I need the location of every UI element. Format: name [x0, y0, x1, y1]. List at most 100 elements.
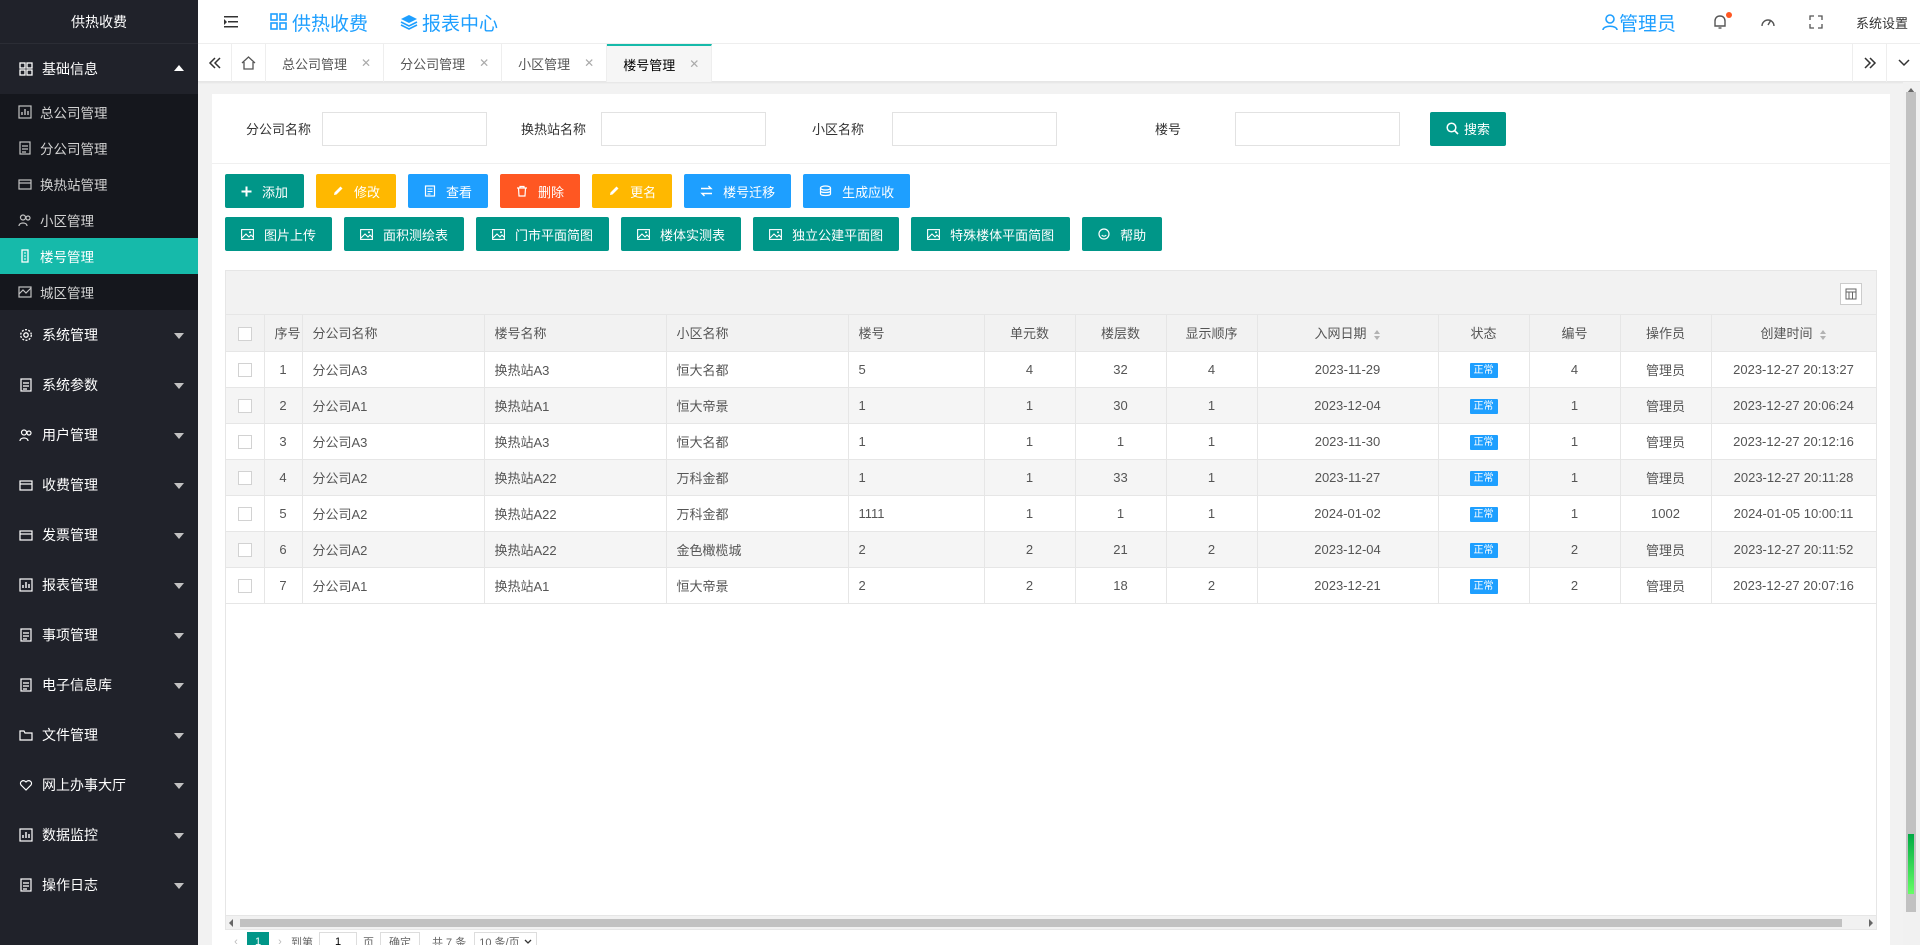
sidebar-group[interactable]: 文件管理 — [0, 710, 198, 760]
sidebar-group[interactable]: 系统管理 — [0, 310, 198, 360]
scrollbar-thumb[interactable] — [240, 919, 1842, 927]
table-row[interactable]: 2 分公司A1 换热站A1 恒大帝景 1 1 30 1 2023-12-04 正常 1 管理员 2023… — [226, 387, 1877, 424]
sidebar-submenu: 总公司管理 分公司管理 换热站管理 小区管理 楼号管理 城区管理 — [0, 94, 198, 310]
system-settings-menu[interactable]: 系统设置 — [1856, 13, 1908, 32]
image-icon — [637, 228, 655, 240]
status-badge: 正常 — [1469, 542, 1498, 558]
sidebar-group[interactable]: 操作日志 — [0, 860, 198, 910]
page-size-select[interactable]: 10 条/页 — [474, 932, 537, 945]
toolbar-button[interactable]: 生成应收 — [803, 174, 911, 208]
page-vertical-scrollbar[interactable] — [1903, 82, 1920, 945]
column-header[interactable]: 入网日期 — [1257, 315, 1439, 352]
table-row[interactable]: 5 分公司A2 换热站A22 万科金都 1111 1 1 1 2024-01-02 正常 1 1002… — [226, 495, 1877, 532]
table-row[interactable]: 7 分公司A1 换热站A1 恒大帝景 2 2 18 2 2023-12-21 正常 2 管理员 2023… — [226, 567, 1877, 604]
sort-icon[interactable] — [1819, 329, 1827, 340]
sidebar-group[interactable]: 电子信息库 — [0, 660, 198, 710]
toolbar-button-label: 楼体实测表 — [660, 227, 726, 243]
column-header[interactable]: 创建时间 — [1711, 315, 1877, 352]
menu-toggle-icon[interactable] — [224, 16, 238, 28]
page-1-button[interactable]: 1 — [247, 932, 269, 945]
table-row[interactable]: 1 分公司A3 换热站A3 恒大名都 5 4 32 4 2023-11-29 正常 4 管理员 2023… — [226, 351, 1877, 388]
building-no-input[interactable] — [1235, 111, 1400, 146]
tabs-menu-button[interactable] — [1886, 44, 1920, 82]
close-icon[interactable]: ✕ — [361, 56, 371, 70]
tab-home[interactable] — [232, 44, 266, 82]
sidebar-item[interactable]: 总公司管理 — [0, 94, 198, 130]
horizontal-scrollbar[interactable] — [226, 915, 1876, 929]
sidebar-group[interactable]: 基础信息 — [0, 44, 198, 94]
sidebar-group[interactable]: 发票管理 — [0, 510, 198, 560]
tab[interactable]: 小区管理 ✕ — [502, 44, 608, 82]
row-checkbox[interactable] — [237, 362, 252, 377]
grid-icon — [270, 13, 287, 30]
sidebar-item[interactable]: 城区管理 — [0, 274, 198, 310]
row-checkbox[interactable] — [237, 578, 252, 593]
row-checkbox[interactable] — [237, 506, 252, 521]
user-menu[interactable]: 管理员 — [1601, 9, 1676, 36]
goto-confirm-button[interactable]: 确定 — [380, 932, 420, 945]
next-page-button[interactable]: › — [269, 932, 291, 945]
nav-heating-fee[interactable]: 供热收费 — [270, 9, 368, 36]
close-icon[interactable]: ✕ — [479, 56, 489, 70]
toolbar-button[interactable]: 修改 — [316, 174, 397, 208]
page-scrollbar-thumb[interactable] — [1906, 92, 1916, 912]
sidebar-group[interactable]: 事项管理 — [0, 610, 198, 660]
sidebar-item[interactable]: 楼号管理 — [0, 238, 198, 274]
theme-button[interactable] — [1760, 14, 1776, 30]
toolbar-button[interactable]: 面积测绘表 — [344, 217, 465, 251]
sidebar-group[interactable]: 收费管理 — [0, 460, 198, 510]
tabs-scroll-right[interactable] — [1852, 44, 1886, 82]
station-name-input[interactable] — [601, 111, 766, 146]
row-checkbox[interactable] — [237, 470, 252, 485]
row-checkbox[interactable] — [237, 434, 252, 449]
branch-name-input[interactable] — [322, 111, 487, 146]
tabs-scroll-left[interactable] — [198, 44, 232, 82]
nav-report-center[interactable]: 报表中心 — [400, 9, 498, 36]
scroll-indicator — [1908, 834, 1914, 894]
table-row[interactable]: 3 分公司A3 换热站A3 恒大名都 1 1 1 1 2023-11-30 正常 1 管理员 2023-… — [226, 423, 1877, 460]
fullscreen-button[interactable] — [1808, 14, 1824, 30]
goto-page-input[interactable] — [319, 932, 357, 945]
community-name-input[interactable] — [892, 111, 1057, 146]
tab[interactable]: 分公司管理 ✕ — [384, 44, 503, 82]
toolbar-button[interactable]: 楼体实测表 — [621, 217, 742, 251]
sort-icon[interactable] — [1373, 329, 1381, 340]
log-icon — [18, 877, 34, 893]
toolbar-button[interactable]: 楼号迁移 — [684, 174, 792, 208]
sidebar-group[interactable]: 报表管理 — [0, 560, 198, 610]
sidebar-group[interactable]: 用户管理 — [0, 410, 198, 460]
toolbar-button[interactable]: 独立公建平面图 — [753, 217, 900, 251]
row-checkbox[interactable] — [237, 398, 252, 413]
scroll-right-arrow-icon[interactable] — [1869, 919, 1873, 927]
toolbar-button[interactable]: 删除 — [500, 174, 581, 208]
toolbar-button[interactable]: 帮助 — [1082, 217, 1163, 251]
prev-page-button[interactable]: ‹ — [225, 932, 247, 945]
toolbar-button[interactable]: 特殊楼体平面简图 — [911, 217, 1071, 251]
toolbar-button[interactable]: 更名 — [592, 174, 673, 208]
sidebar-group[interactable]: 网上办事大厅 — [0, 760, 198, 810]
sidebar-group[interactable]: 数据监控 — [0, 810, 198, 860]
scroll-left-arrow-icon[interactable] — [229, 919, 233, 927]
sidebar-item[interactable]: 分公司管理 — [0, 130, 198, 166]
tab[interactable]: 总公司管理 ✕ — [266, 44, 385, 82]
row-checkbox[interactable] — [237, 542, 252, 557]
select-all-checkbox[interactable] — [237, 326, 252, 341]
sidebar-item-label: 分公司管理 — [40, 142, 108, 157]
toolbar-button[interactable]: 门市平面简图 — [476, 217, 610, 251]
column-filter-button[interactable] — [1840, 283, 1862, 305]
table-row[interactable]: 6 分公司A2 换热站A22 金色橄榄城 2 2 21 2 2023-12-04 正常 2 管理员 20… — [226, 531, 1877, 568]
notification-button[interactable] — [1712, 12, 1732, 30]
close-icon[interactable]: ✕ — [584, 56, 594, 70]
sidebar-group[interactable]: 系统参数 — [0, 360, 198, 410]
toolbar-button[interactable]: 查看 — [408, 174, 489, 208]
chevron-down-icon — [524, 939, 532, 944]
toolbar-button[interactable]: 添加 — [225, 174, 305, 208]
table-row[interactable]: 4 分公司A2 换热站A22 万科金都 1 1 33 1 2023-11-27 正常 1 管理员 202… — [226, 459, 1877, 496]
tab[interactable]: 楼号管理 ✕ — [607, 44, 713, 82]
sidebar-item[interactable]: 小区管理 — [0, 202, 198, 238]
sidebar-item[interactable]: 换热站管理 — [0, 166, 198, 202]
close-icon[interactable]: ✕ — [689, 57, 699, 71]
table-cell: 分公司A2 — [302, 531, 485, 568]
toolbar-button[interactable]: 图片上传 — [225, 217, 333, 251]
search-button[interactable]: 搜索 — [1430, 111, 1507, 146]
